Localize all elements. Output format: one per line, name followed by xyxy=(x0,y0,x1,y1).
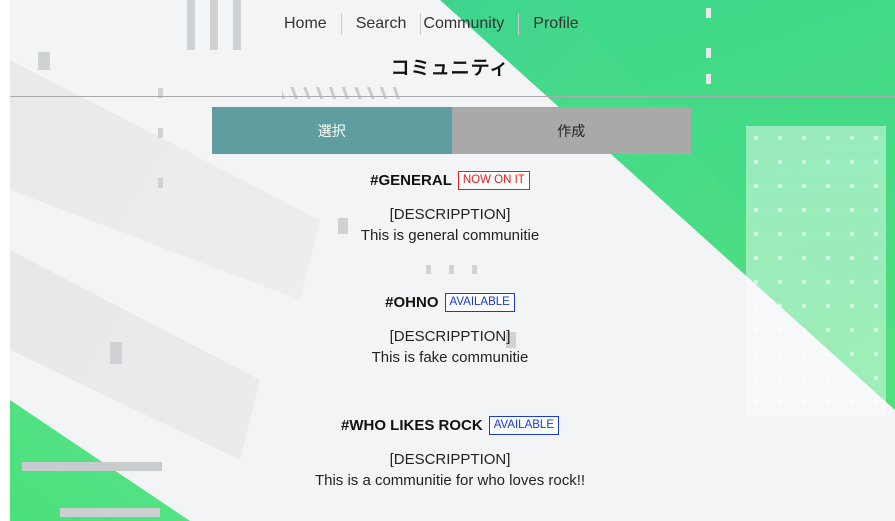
decor-dots-bottom xyxy=(60,508,160,518)
tab-create[interactable]: 作成 xyxy=(451,107,691,154)
community-header: #WHO LIKES ROCK AVAILABLE xyxy=(0,416,895,435)
nav-search-link[interactable]: Search xyxy=(342,13,421,35)
description-heading: [DESCRIPPTION] xyxy=(389,451,511,468)
community-name: #WHO LIKES ROCK xyxy=(341,417,483,434)
header-divider xyxy=(10,96,895,97)
decor-bar xyxy=(158,128,163,138)
tab-bar: 選択 作成 xyxy=(212,107,691,154)
community-item[interactable]: #OHNO AVAILABLE [DESCRIPPTION] This is f… xyxy=(0,293,895,368)
status-badge: AVAILABLE xyxy=(444,293,515,312)
decor-stripes xyxy=(282,87,402,99)
community-description-block: [DESCRIPPTION] This is general communiti… xyxy=(0,204,895,246)
description-text: This is a communitie for who loves rock!… xyxy=(314,472,586,489)
nav-profile-link[interactable]: Profile xyxy=(519,13,592,35)
tab-select[interactable]: 選択 xyxy=(212,107,452,154)
decor-bar xyxy=(706,8,711,18)
description-text: This is fake communitie xyxy=(371,349,529,366)
community-description-block: [DESCRIPPTION] This is a communitie for … xyxy=(0,449,895,491)
page-title: コミュニティ xyxy=(390,58,510,79)
community-name: #OHNO xyxy=(385,294,439,311)
decor-dots xyxy=(426,265,477,274)
nav-home-link[interactable]: Home xyxy=(270,13,341,35)
community-name: #GENERAL xyxy=(370,172,452,189)
decor-dot-grid-bars xyxy=(746,126,886,416)
top-nav: Home Search Community Profile xyxy=(270,13,593,35)
community-item[interactable]: #WHO LIKES ROCK AVAILABLE [DESCRIPPTION]… xyxy=(0,416,895,491)
description-text: This is general communitie xyxy=(360,227,540,244)
decor-bar xyxy=(187,0,195,50)
decor-bar xyxy=(210,0,218,50)
decor-bar xyxy=(233,0,241,50)
description-heading: [DESCRIPPTION] xyxy=(389,206,511,223)
community-header: #OHNO AVAILABLE xyxy=(0,293,895,312)
nav-community-link[interactable]: Community xyxy=(421,13,506,35)
community-header: #GENERAL NOW ON IT xyxy=(0,171,895,190)
status-badge: NOW ON IT xyxy=(457,171,530,190)
description-heading: [DESCRIPPTION] xyxy=(389,328,511,345)
community-description-block: [DESCRIPPTION] This is fake communitie xyxy=(0,326,895,368)
community-item[interactable]: #GENERAL NOW ON IT [DESCRIPPTION] This i… xyxy=(0,171,895,246)
status-badge: AVAILABLE xyxy=(488,416,559,435)
